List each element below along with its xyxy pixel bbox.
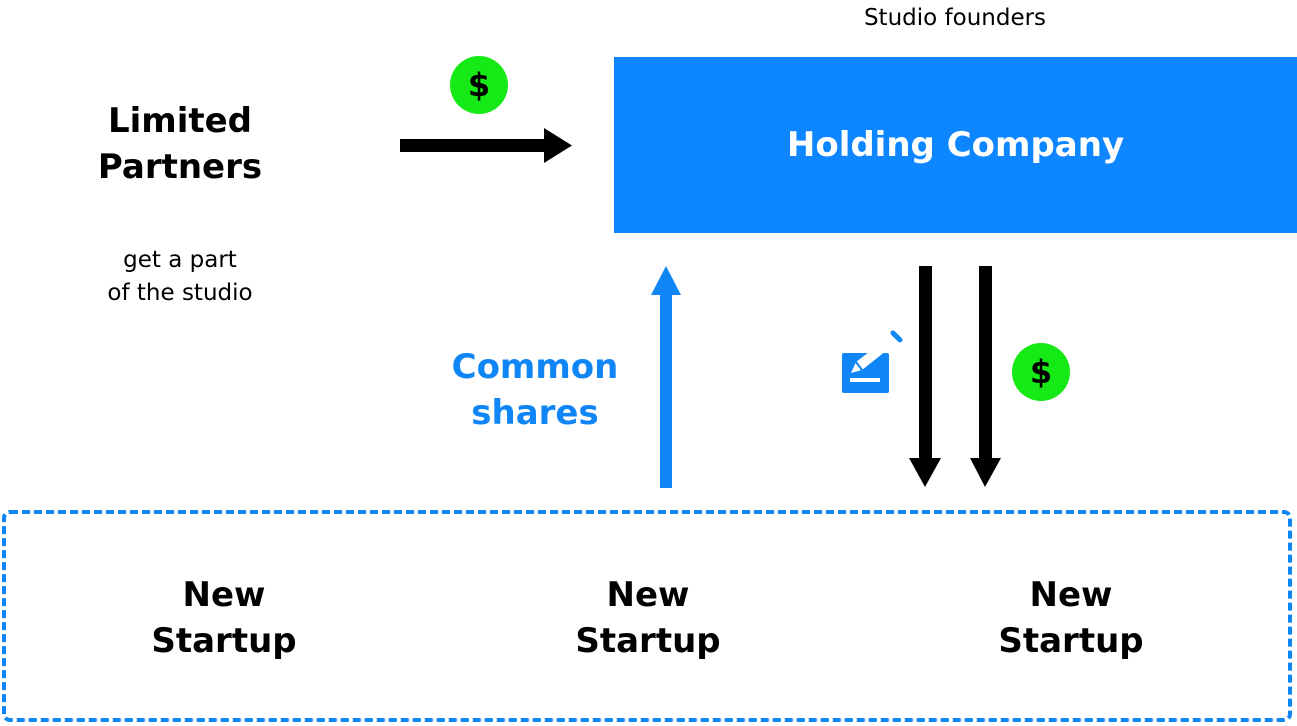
startup-line2: Startup bbox=[151, 621, 297, 661]
startup-3: New Startup bbox=[951, 572, 1191, 664]
sign-document-icon bbox=[842, 330, 903, 393]
startup-line1: New bbox=[182, 575, 266, 615]
startup-line1: New bbox=[606, 575, 690, 615]
arrow-up-common-shares bbox=[651, 266, 681, 488]
arrow-down-sign bbox=[909, 266, 941, 487]
startup-line1: New bbox=[1029, 575, 1113, 615]
startup-line2: Startup bbox=[998, 621, 1144, 661]
arrow-right-to-holding bbox=[400, 128, 572, 163]
startup-line2: Startup bbox=[575, 621, 721, 661]
startup-2: New Startup bbox=[528, 572, 768, 664]
startup-1: New Startup bbox=[104, 572, 344, 664]
arrow-down-money bbox=[970, 266, 1001, 487]
